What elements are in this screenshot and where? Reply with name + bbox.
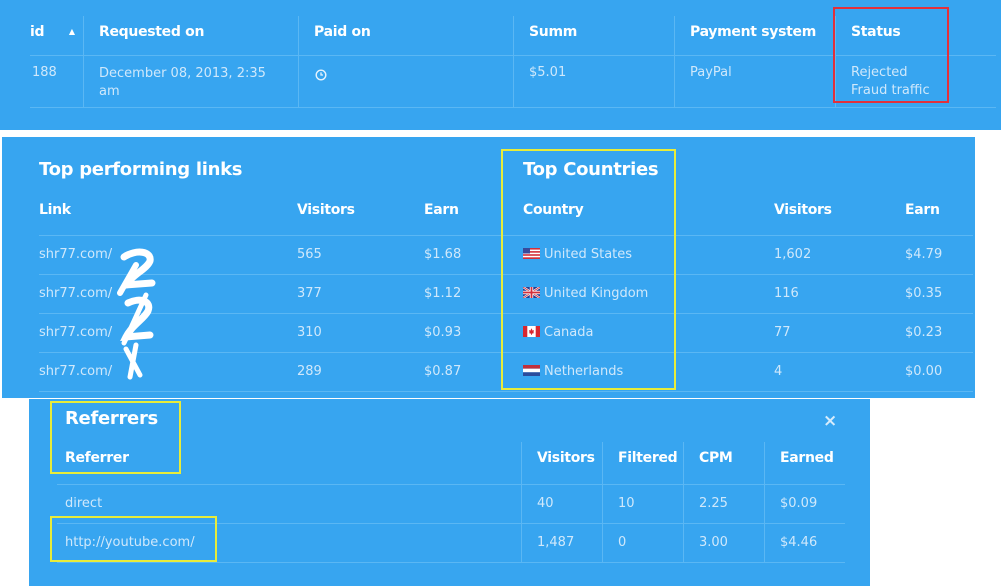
link-url[interactable]: shr77.com/ xyxy=(39,364,112,379)
col-header-link-visitors[interactable]: Visitors xyxy=(297,202,355,218)
payments-panel: id ▲ Requested on Paid on Summ Payment s… xyxy=(0,0,1001,130)
referrer-visitors: 1,487 xyxy=(537,535,575,550)
country-earn: $0.35 xyxy=(905,286,943,301)
stats-panel: Top performing links Link Visitors Earn … xyxy=(2,137,975,398)
payment-requested-line2: am xyxy=(99,84,120,99)
payment-system: PayPal xyxy=(690,65,732,80)
row-divider xyxy=(57,562,845,563)
col-header-summ[interactable]: Summ xyxy=(529,24,577,40)
link-earn: $1.12 xyxy=(424,286,462,301)
redaction-scribble xyxy=(110,245,162,389)
youtube-referrer-highlight-box xyxy=(50,516,217,562)
link-visitors: 565 xyxy=(297,247,322,262)
country-visitors: 116 xyxy=(774,286,799,301)
referrer-source: direct xyxy=(65,496,103,511)
col-header-requested-on[interactable]: Requested on xyxy=(99,24,204,40)
link-url[interactable]: shr77.com/ xyxy=(39,325,112,340)
clock-icon xyxy=(315,66,327,85)
header-divider xyxy=(57,484,845,485)
referrer-cpm: 2.25 xyxy=(699,496,728,511)
payment-requested-date: December 08, 2013, 2:35 am xyxy=(99,65,266,101)
sort-asc-icon: ▲ xyxy=(68,27,75,36)
col-divider xyxy=(683,442,684,563)
payment-id: 188 xyxy=(32,65,57,80)
country-visitors: 1,602 xyxy=(774,247,812,262)
link-visitors: 377 xyxy=(297,286,322,301)
link-visitors: 289 xyxy=(297,364,322,379)
col-header-link[interactable]: Link xyxy=(39,202,71,218)
col-header-ref-visitors[interactable]: Visitors xyxy=(537,450,595,466)
close-icon[interactable]: × xyxy=(823,411,837,431)
col-divider xyxy=(764,442,765,563)
payment-amount: $5.01 xyxy=(529,65,567,80)
col-divider xyxy=(298,16,299,108)
referrers-title-highlight-box xyxy=(50,401,181,474)
col-header-country-earn[interactable]: Earn xyxy=(905,202,940,218)
col-header-country-visitors[interactable]: Visitors xyxy=(774,202,832,218)
referrer-filtered: 0 xyxy=(618,535,627,550)
country-earn: $0.00 xyxy=(905,364,943,379)
link-earn: $0.93 xyxy=(424,325,462,340)
row-divider xyxy=(39,391,973,392)
col-divider xyxy=(513,16,514,108)
link-url[interactable]: shr77.com/ xyxy=(39,286,112,301)
countries-highlight-box xyxy=(501,149,676,390)
status-highlight-box xyxy=(833,7,949,103)
col-header-payment-system[interactable]: Payment system xyxy=(690,24,816,40)
link-visitors: 310 xyxy=(297,325,322,340)
col-divider xyxy=(521,442,522,563)
country-visitors: 4 xyxy=(774,364,783,379)
country-earn: $4.79 xyxy=(905,247,943,262)
payment-requested-line1: December 08, 2013, 2:35 xyxy=(99,66,266,81)
col-header-id[interactable]: id ▲ xyxy=(30,24,75,40)
link-earn: $1.68 xyxy=(424,247,462,262)
referrer-earned: $4.46 xyxy=(780,535,818,550)
country-earn: $0.23 xyxy=(905,325,943,340)
col-divider xyxy=(602,442,603,563)
col-header-cpm[interactable]: CPM xyxy=(699,450,733,466)
col-divider xyxy=(674,16,675,108)
referrer-cpm: 3.00 xyxy=(699,535,728,550)
referrers-panel: Referrers × Referrer Visitors Filtered C… xyxy=(29,399,870,586)
col-header-earned[interactable]: Earned xyxy=(780,450,834,466)
col-header-paid-on[interactable]: Paid on xyxy=(314,24,371,40)
col-header-link-earn[interactable]: Earn xyxy=(424,202,459,218)
col-header-id-label: id xyxy=(30,24,45,40)
country-visitors: 77 xyxy=(774,325,791,340)
link-url[interactable]: shr77.com/ xyxy=(39,247,112,262)
referrer-earned: $0.09 xyxy=(780,496,818,511)
link-earn: $0.87 xyxy=(424,364,462,379)
top-links-title: Top performing links xyxy=(39,159,243,180)
col-divider xyxy=(83,16,84,108)
referrer-filtered: 10 xyxy=(618,496,635,511)
referrer-visitors: 40 xyxy=(537,496,554,511)
col-header-filtered[interactable]: Filtered xyxy=(618,450,678,466)
